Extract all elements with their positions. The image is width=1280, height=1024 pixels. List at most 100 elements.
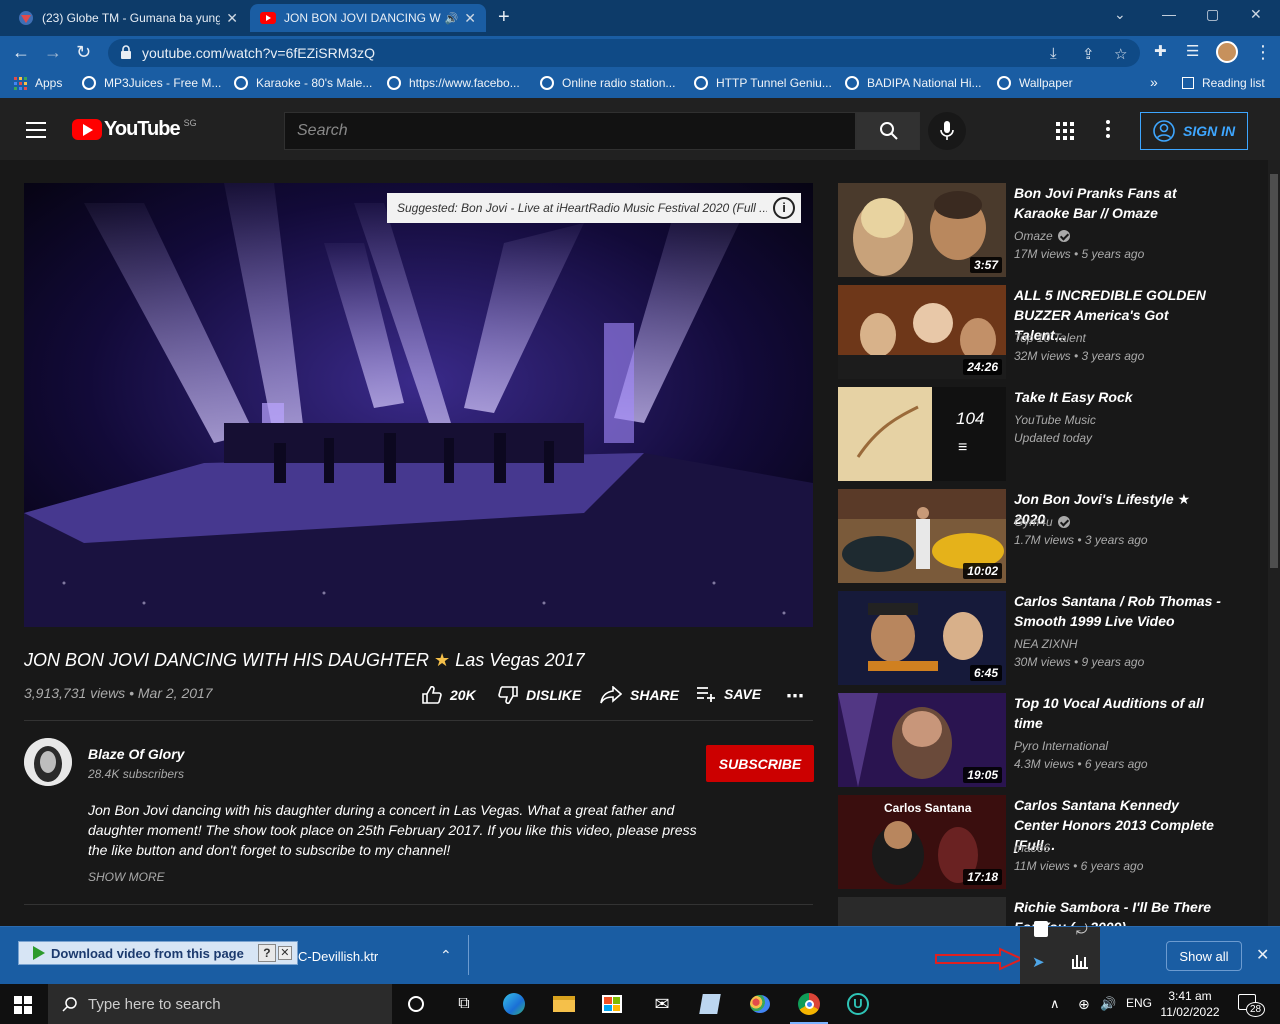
video-title[interactable]: Carlos Santana / Rob Thomas - Smooth 199… [1014,591,1224,631]
bookmark-item[interactable]: Online radio station... [540,76,675,90]
settings-more-icon[interactable] [1106,120,1110,141]
chevron-up-icon[interactable]: ⌃ [440,947,452,964]
channel-name[interactable]: mac66 [1014,841,1050,855]
bookmark-item[interactable]: https://www.facebo... [387,76,520,90]
recommended-video[interactable]: 6:45 Carlos Santana / Rob Thomas - Smoot… [838,591,1248,685]
close-shelf-button[interactable]: ✕ [1256,945,1269,965]
tab-search-chevron-icon[interactable]: ⌄ [1114,6,1126,23]
downloaded-file-name[interactable]: C-Devillish.ktr [298,949,378,964]
telegram-icon[interactable]: ➤ [1032,953,1045,971]
recommended-video[interactable]: 3:57 Bon Jovi Pranks Fans at Karaoke Bar… [838,183,1248,277]
show-all-downloads-button[interactable]: Show all [1166,941,1242,971]
media-control-icon[interactable]: ☰ [1186,42,1199,60]
language-indicator[interactable]: ENG [1126,996,1152,1010]
channel-name[interactable]: YouTube Music [1014,413,1096,427]
search-input[interactable] [285,113,855,149]
search-box[interactable] [284,112,856,150]
channel-avatar[interactable] [24,738,72,786]
subscribe-button[interactable]: SUBSCRIBE [706,745,814,782]
recommended-playlist[interactable]: 104 ≡ Take It Easy Rock YouTube Music Up… [838,387,1248,481]
bookmark-item[interactable]: MP3Juices - Free M... [82,76,221,90]
playlist-thumbnail[interactable]: 104 ≡ [838,387,1006,481]
close-icon[interactable]: ✕ [277,946,292,960]
address-bar[interactable]: youtube.com/watch?v=6fEZiSRM3zQ ⤓ ⇪ ☆ [108,39,1140,67]
channel-name[interactable]: Top 10 Talent [1014,331,1086,345]
save-button[interactable]: SAVE [696,686,761,702]
video-thumbnail[interactable]: 19:05 [838,693,1006,787]
install-icon[interactable]: ⤓ [1050,45,1057,62]
paint-app-icon[interactable] [748,992,772,1016]
extensions-puzzle-icon[interactable]: ✚ [1154,42,1167,60]
info-icon[interactable]: i [773,197,795,219]
tab-globe[interactable]: (23) Globe TM - Gumana ba yung ✕ [8,4,248,32]
bookmark-item[interactable]: BADIPA National Hi... [845,76,982,90]
video-title[interactable]: Take It Easy Rock [1014,387,1224,407]
new-tab-button[interactable]: + [498,6,510,29]
more-actions-icon[interactable]: ⋯ [786,686,804,707]
security-shield-icon[interactable] [1034,921,1048,937]
youtube-logo[interactable]: YouTube SG [72,118,197,141]
search-button[interactable] [856,112,920,150]
help-button[interactable]: ? [257,944,276,962]
channel-name[interactable]: Gym4u [1014,515,1070,529]
tab-youtube-video[interactable]: JON BON JOVI DANCING WI 🔊 ✕ [250,4,486,32]
recommended-video[interactable]: 19:05 Top 10 Vocal Auditions of all time… [838,693,1248,787]
channel-name[interactable]: NEA ZIXNH [1014,637,1078,651]
recommended-video[interactable]: Carlos Santana 17:18 Carlos Santana Kenn… [838,795,1248,889]
hamburger-menu-icon[interactable] [26,122,46,143]
chrome-menu-icon[interactable]: ⋮ [1254,42,1272,63]
channel-name[interactable]: Omaze [1014,229,1070,243]
volume-icon[interactable]: 🔊 [1100,996,1116,1012]
sync-icon[interactable]: ⤾ [1076,921,1088,938]
speaker-icon[interactable]: 🔊 [445,12,459,25]
tab-close-icon[interactable]: ✕ [464,10,476,27]
file-explorer-icon[interactable] [552,992,576,1016]
bookmark-apps[interactable]: Apps [14,76,62,90]
recommended-video[interactable]: 24:26 ALL 5 INCREDIBLE GOLDEN BUZZER Ame… [838,285,1248,379]
video-title[interactable]: Top 10 Vocal Auditions of all time [1014,693,1224,733]
video-player[interactable]: Suggested: Bon Jovi - Live at iHeartRadi… [24,183,813,627]
reload-icon[interactable]: ↻ [76,42,91,63]
show-more-button[interactable]: SHOW MORE [88,870,165,884]
profile-avatar[interactable] [1216,41,1238,63]
bookmark-star-icon[interactable]: ☆ [1114,45,1127,63]
bookmarks-overflow-button[interactable]: » [1150,74,1158,90]
video-thumbnail[interactable]: Carlos Santana 17:18 [838,795,1006,889]
video-thumbnail[interactable]: 24:26 [838,285,1006,379]
voice-search-button[interactable] [928,112,966,150]
video-title[interactable]: Bon Jovi Pranks Fans at Karaoke Bar // O… [1014,183,1224,223]
bookmark-item[interactable]: Wallpaper [997,76,1073,90]
like-button[interactable]: 20K [422,686,476,704]
download-video-button[interactable]: Download video from this page ? ✕ [18,941,298,965]
document-app-icon[interactable] [698,992,722,1016]
close-window-button[interactable]: ✕ [1250,6,1262,23]
page-scrollbar[interactable] [1268,160,1280,926]
share-button[interactable]: SHARE [600,686,679,704]
youtube-apps-icon[interactable] [1056,122,1074,140]
restore-button[interactable]: ▢ [1206,6,1219,23]
minimize-button[interactable]: — [1162,6,1176,22]
network-globe-icon[interactable]: ⊕ [1078,996,1090,1013]
bookmark-item[interactable]: HTTP Tunnel Geniu... [694,76,832,90]
recommended-video[interactable]: 10:02 Jon Bon Jovi's Lifestyle ★ 2020 Gy… [838,489,1248,583]
microsoft-store-icon[interactable] [600,992,624,1016]
video-thumbnail[interactable]: 6:45 [838,591,1006,685]
channel-name[interactable]: Blaze Of Glory [88,746,184,762]
reading-list-button[interactable]: Reading list [1182,76,1265,90]
cortana-icon[interactable] [404,992,428,1016]
ultraviewer-icon[interactable]: U [846,992,870,1016]
taskbar-search-box[interactable]: Type here to search [48,984,392,1024]
channel-name[interactable]: Pyro International [1014,739,1108,753]
sign-in-button[interactable]: SIGN IN [1140,112,1248,150]
scrollbar-thumb[interactable] [1270,174,1278,568]
edge-browser-icon[interactable] [502,992,526,1016]
mail-icon[interactable]: ✉ [650,992,674,1016]
system-clock[interactable]: 3:41 am 11/02/2022 [1160,988,1220,1020]
windows-start-icon[interactable] [14,996,32,1014]
video-thumbnail[interactable] [838,897,1006,926]
suggested-video-card[interactable]: Suggested: Bon Jovi - Live at iHeartRadi… [387,193,801,223]
audio-bars-icon[interactable] [1072,955,1088,969]
tray-chevron-icon[interactable]: ∧ [1050,996,1060,1012]
video-thumbnail[interactable]: 10:02 [838,489,1006,583]
chrome-icon[interactable] [797,992,821,1016]
